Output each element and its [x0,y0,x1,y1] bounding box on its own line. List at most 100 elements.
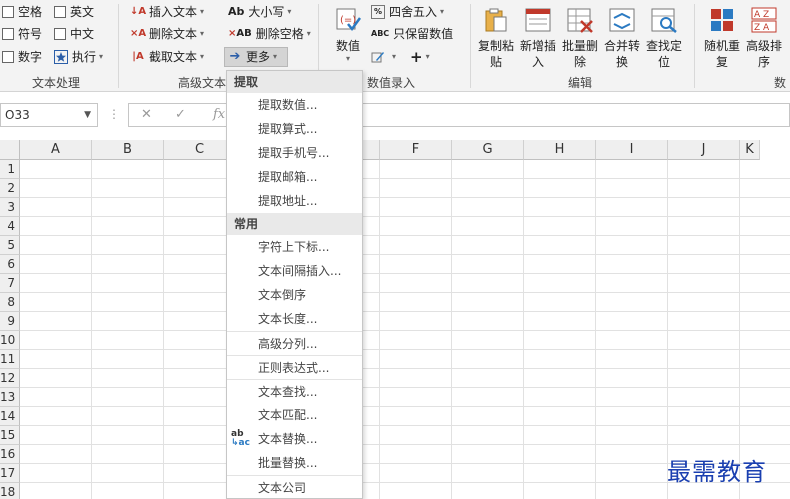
select-all-corner[interactable] [0,140,20,160]
checkbox-icon [54,28,66,40]
menu-item-common[interactable]: 高级分列... [227,331,362,355]
column-header[interactable]: F [380,140,452,160]
menu-item-label: 正则表达式... [258,361,330,375]
menu-item-extract[interactable]: 提取算式... [227,117,362,141]
pencil-icon [371,50,385,64]
row-header[interactable]: 4 [0,217,20,236]
menu-item-common[interactable]: 字符上下标... [227,235,362,259]
cancel-icon[interactable]: ✕ [141,107,152,122]
menu-item-extract[interactable]: 提取邮箱... [227,165,362,189]
menu-item-label: 文本公司 [258,481,307,495]
delete-text-button[interactable]: ×A 删除文本 ▾ [130,24,205,44]
find-locate-button[interactable]: 查找定 位 [642,4,686,72]
random-repeat-button[interactable]: 随机重 复 [700,4,744,72]
checkbox-icon [2,6,14,18]
row-header[interactable]: 5 [0,236,20,255]
chevron-down-icon: ▾ [200,29,205,38]
checkbox-icon [2,28,14,40]
column-header[interactable]: J [668,140,740,160]
row-header[interactable]: 12 [0,369,20,388]
column-header[interactable]: K [740,140,760,160]
group-label-number: 数值录入 [366,76,415,90]
plus-button[interactable]: + ▾ [410,47,430,67]
round-button[interactable]: % 四舍五入 ▾ [371,2,444,22]
checkbox-symbol[interactable]: 符号 [2,24,42,44]
case-button[interactable]: Ab 大小写 ▾ [228,2,291,22]
column-header[interactable]: G [452,140,524,160]
value-icon: (=) [336,8,362,32]
checkbox-space[interactable]: 空格 [2,2,42,22]
more-button[interactable]: ➔ 更多 ▾ [224,47,288,67]
row-header[interactable]: 11 [0,350,20,369]
cell-area[interactable] [20,160,790,499]
merge-convert-button[interactable]: 合并转 换 [600,4,644,72]
delete-space-button[interactable]: × AB 删除空格 ▾ [228,24,311,44]
menu-item-common[interactable]: 文本公司 [227,475,362,498]
formula-bar: O33 ▼ ⋮ ✕ ✓ fx [0,100,790,130]
group-label-extra: 数 [773,76,786,90]
row-header[interactable]: 18 [0,483,20,499]
menu-item-extract[interactable]: 提取数值... [227,93,362,117]
menu-item-common[interactable]: ab ↳ac 文本替换... [227,427,362,451]
edit-tool-button[interactable]: ▾ [371,47,396,67]
menu-item-common[interactable]: 文本倒序 [227,283,362,307]
delete-space-icon: × AB [228,28,252,39]
row-header[interactable]: 17 [0,464,20,483]
function-icon[interactable]: fx [213,107,225,122]
menu-item-extract[interactable]: 提取地址... [227,189,362,213]
menu-item-common[interactable]: 文本间隔插入... [227,259,362,283]
copy-paste-button[interactable]: 复制粘 贴 [474,4,518,72]
confirm-icon[interactable]: ✓ [175,107,186,122]
row-header[interactable]: 7 [0,274,20,293]
value-button[interactable]: (=) 数值 ▾ [326,4,370,72]
checkbox-chinese[interactable]: 中文 [54,24,94,44]
extract-text-button[interactable]: |A 截取文本 ▾ [131,47,204,67]
row-header[interactable]: 13 [0,388,20,407]
checkbox-english-label: 英文 [70,5,95,19]
menu-item-common[interactable]: 正则表达式... [227,355,362,379]
find-icon [651,8,677,33]
row-header[interactable]: 8 [0,293,20,312]
column-header[interactable]: H [524,140,596,160]
row-header[interactable]: 3 [0,198,20,217]
menu-section-extract: 提取 [227,71,362,93]
merge-icon [609,8,635,32]
more-vertical-icon: ⋮ [108,107,120,121]
menu-item-common[interactable]: 文本长度... [227,307,362,331]
column-header[interactable]: I [596,140,668,160]
sort-icon: A Z Z A [751,7,777,33]
random-repeat-label: 随机重 复 [703,39,740,69]
column-header[interactable]: A [20,140,92,160]
more-dropdown-menu: 提取 提取数值... 提取算式... 提取手机号... 提取邮箱... 提取地址... … [226,70,363,499]
insert-new-button[interactable]: 新增插 入 [516,4,560,72]
checkbox-number[interactable]: 数字 [2,47,42,67]
row-header[interactable]: 15 [0,426,20,445]
row-header[interactable]: 10 [0,331,20,350]
menu-item-extract[interactable]: 提取手机号... [227,141,362,165]
checkbox-english[interactable]: 英文 [54,2,94,22]
name-box[interactable]: O33 ▼ [0,103,98,127]
menu-item-common[interactable]: 批量替换... [227,451,362,475]
row-header[interactable]: 14 [0,407,20,426]
menu-item-common[interactable]: 文本匹配... [227,403,362,427]
advanced-sort-button[interactable]: A Z Z A 高级排 序 [742,4,786,72]
row-header[interactable]: 6 [0,255,20,274]
row-header[interactable]: 9 [0,312,20,331]
menu-item-common[interactable]: 文本查找... [227,379,362,403]
row-header[interactable]: 1 [0,160,20,179]
column-header[interactable]: B [92,140,164,160]
batch-delete-button[interactable]: 批量删 除 [558,4,602,72]
keep-value-label: 只保留数值 [393,27,454,41]
case-label: 大小写 [248,5,285,19]
menu-item-label: 文本替换... [258,432,318,446]
round-icon: % [371,5,385,19]
delete-space-label: 删除空格 [255,27,304,41]
keep-value-button[interactable]: ABC 只保留数值 [371,24,453,44]
advanced-sort-label: 高级排 序 [745,39,782,69]
row-header[interactable]: 16 [0,445,20,464]
execute-button[interactable]: 执行 ▾ [54,47,103,67]
menu-item-label: 文本长度... [258,312,318,326]
watermark-text: 最需教育 [667,458,767,486]
insert-text-button[interactable]: ↓A 插入文本 ▾ [130,2,204,22]
row-header[interactable]: 2 [0,179,20,198]
